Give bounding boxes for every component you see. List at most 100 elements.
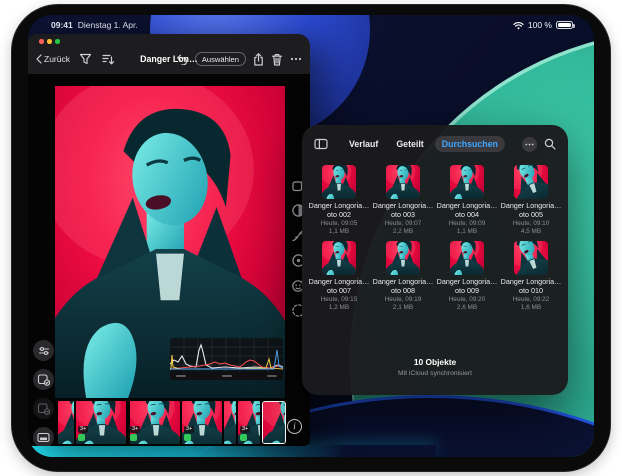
window-controls[interactable]: [39, 39, 60, 44]
photo-size: 2,1 MB: [393, 304, 413, 312]
status-date: Dienstag 1. Apr.: [78, 20, 138, 30]
editor-toolbar: Zurück Danger Lon… Auswählen: [28, 46, 310, 72]
edit-badges: 3+: [240, 426, 250, 442]
search-icon[interactable]: [544, 138, 556, 150]
photo-size: 1,1 MB: [329, 228, 349, 236]
wifi-icon: [513, 21, 524, 30]
edited-badge-icon: [78, 434, 85, 441]
share-icon[interactable]: [253, 53, 264, 66]
photo-date: Heute, 09:05: [321, 220, 358, 228]
close-window-button[interactable]: [39, 39, 44, 44]
photo-grid-item[interactable]: Danger Longoria…oto 007 Heute, 09:15 1,2…: [307, 241, 371, 312]
battery-percent: 100 %: [528, 20, 552, 30]
photo-size: 1,2 MB: [329, 304, 349, 312]
batch-remove-button[interactable]: [33, 398, 54, 419]
photo-date: Heute, 09:10: [513, 220, 550, 228]
side-buttons: [33, 340, 54, 446]
adjustments-button[interactable]: [33, 340, 54, 361]
photo-grid-item[interactable]: Danger Longoria…oto 008 Heute, 09:19 2,1…: [371, 241, 435, 312]
photo-thumbnail[interactable]: [450, 241, 484, 275]
chevron-left-icon: [36, 54, 42, 64]
editor-window: Zurück Danger Lon… Auswählen: [28, 34, 310, 446]
select-button[interactable]: Auswählen: [195, 52, 246, 66]
photo-date: Heute, 09:15: [321, 296, 358, 304]
photo-size: 1,1 MB: [457, 228, 477, 236]
edit-badges: 3+: [184, 426, 194, 442]
photo-date: Heute, 09:19: [385, 296, 422, 304]
panel-more-button[interactable]: [522, 137, 537, 152]
edit-badges: 3+: [130, 426, 140, 442]
photo-name: Danger Longoria…oto 003: [371, 202, 435, 219]
filmstrip-thumbnail[interactable]: 3+: [238, 401, 260, 444]
photo-grid: Danger Longoria…oto 002 Heute, 09:05 1,1…: [306, 165, 564, 317]
filmstrip: 3+ 3+ 3+ 3+: [58, 400, 286, 444]
photo-thumbnail[interactable]: [322, 165, 356, 199]
edited-badge-icon: [184, 434, 191, 441]
sort-icon[interactable]: [101, 53, 115, 65]
photo-date: Heute, 09:09: [449, 220, 486, 228]
back-button[interactable]: Zurück: [36, 54, 70, 64]
photo-size: 2,2 MB: [393, 228, 413, 236]
ipad-device: 09:41 Dienstag 1. Apr. 100 %: [12, 5, 610, 471]
photo-name: Danger Longoria…oto 010: [499, 278, 563, 295]
battery-icon: [556, 21, 573, 30]
adjustment-count-badge: 3+: [240, 426, 250, 433]
browser-header: VerlaufGeteilt Durchsuchen: [302, 125, 568, 163]
tab-geteilt[interactable]: Geteilt: [389, 136, 430, 152]
sidebar-toggle-icon[interactable]: [314, 138, 328, 150]
filmstrip-thumbnail[interactable]: 3+: [182, 401, 222, 444]
filmstrip-thumbnail[interactable]: [224, 401, 236, 444]
photo-grid-item[interactable]: Danger Longoria…oto 005 Heute, 09:10 4,5…: [499, 165, 563, 236]
photo-date: Heute, 09:20: [449, 296, 486, 304]
photo-size: 1,6 MB: [521, 304, 541, 312]
edited-badge-icon: [240, 434, 247, 441]
wallpaper-cyan-strip: [28, 445, 436, 457]
tab-durchsuchen[interactable]: Durchsuchen: [435, 136, 505, 152]
document-title: Danger Lon…: [140, 54, 198, 64]
browser-tabs: VerlaufGeteilt Durchsuchen: [342, 136, 505, 152]
tab-verlauf[interactable]: Verlauf: [342, 136, 385, 152]
filmstrip-thumbnail[interactable]: 3+: [128, 401, 180, 444]
photo-size: 2,6 MB: [457, 304, 477, 312]
photo-thumbnail[interactable]: [386, 165, 420, 199]
photo-date: Heute, 09:07: [385, 220, 422, 228]
photo-grid-item[interactable]: Danger Longoria…oto 003 Heute, 09:07 2,2…: [371, 165, 435, 236]
batch-apply-button[interactable]: [33, 369, 54, 390]
photo-grid-item[interactable]: Danger Longoria…oto 010 Heute, 09:22 1,6…: [499, 241, 563, 312]
sync-status: Mit iCloud synchronisiert: [302, 370, 568, 377]
status-bar: 09:41 Dienstag 1. Apr. 100 %: [41, 19, 581, 31]
ipad-screen: 09:41 Dienstag 1. Apr. 100 %: [28, 15, 594, 457]
info-button[interactable]: i: [287, 419, 302, 434]
photo-name: Danger Longoria…oto 002: [307, 202, 371, 219]
photo-thumbnail[interactable]: [450, 165, 484, 199]
photo-thumbnail[interactable]: [322, 241, 356, 275]
adjustment-count-badge: 3+: [184, 426, 194, 433]
photo-thumbnail[interactable]: [514, 241, 548, 275]
minimize-window-button[interactable]: [47, 39, 52, 44]
photo-grid-item[interactable]: Danger Longoria…oto 009 Heute, 09:20 2,6…: [435, 241, 499, 312]
photo-thumbnail[interactable]: [386, 241, 420, 275]
photo-grid-item[interactable]: Danger Longoria…oto 004 Heute, 09:09 1,1…: [435, 165, 499, 236]
filmstrip-thumbnail[interactable]: [262, 401, 286, 444]
adjustment-count-badge: 3+: [130, 426, 140, 433]
filmstrip-thumbnail[interactable]: [58, 401, 74, 444]
zoom-window-button[interactable]: [55, 39, 60, 44]
photo-grid-item[interactable]: Danger Longoria…oto 002 Heute, 09:05 1,1…: [307, 165, 371, 236]
filmstrip-thumbnail[interactable]: 3+: [76, 401, 126, 444]
edit-badges: 3+: [78, 426, 88, 442]
more-icon[interactable]: [290, 57, 302, 61]
edited-badge-icon: [130, 434, 137, 441]
browser-panel: VerlaufGeteilt Durchsuchen Danger Longori…: [302, 125, 568, 395]
photo-date: Heute, 09:22: [513, 296, 550, 304]
photo-size: 4,5 MB: [521, 228, 541, 236]
filmstrip-toggle-button[interactable]: [33, 427, 54, 446]
editor-canvas: 3+ 3+ 3+ 3+ i: [28, 74, 310, 446]
photo-thumbnail[interactable]: [514, 165, 548, 199]
item-count: 10 Objekte: [302, 357, 568, 367]
photo-name: Danger Longoria…oto 004: [435, 202, 499, 219]
back-button-label: Zurück: [44, 54, 70, 64]
photo-name: Danger Longoria…oto 009: [435, 278, 499, 295]
status-time: 09:41: [51, 20, 73, 30]
filter-icon[interactable]: [79, 53, 92, 65]
trash-icon[interactable]: [271, 53, 283, 66]
